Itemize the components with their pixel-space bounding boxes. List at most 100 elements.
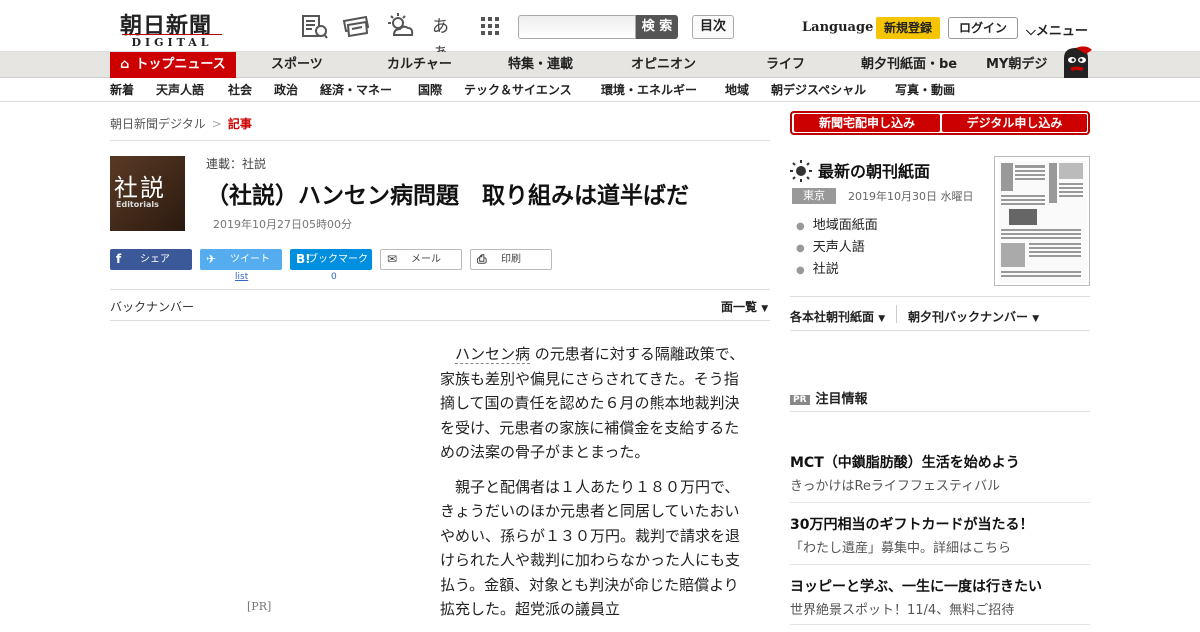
toc-button[interactable]: 目次	[692, 15, 734, 39]
editorial-logo-en: Editorials	[116, 200, 159, 209]
divider	[110, 320, 770, 321]
regional-edition-dropdown[interactable]: 各本社朝刊紙面 ▼	[790, 308, 885, 325]
pr-item-subtitle[interactable]: きっかけはReライフフェスティバル	[790, 475, 1000, 494]
paper-link-tenseijingo[interactable]: ● 天声人語	[796, 236, 865, 255]
nav-item-paper[interactable]: 朝夕刊紙面・be	[861, 52, 957, 78]
twitter-share-button[interactable]: ✈ ツイート	[200, 249, 282, 270]
sub-nav: 新着 天声人語 社会 政治 経済・マネー 国際 テック＆サイエンス 環境・エネル…	[0, 78, 1200, 102]
nav-item-top-news[interactable]: ⌂ トップニュース	[110, 52, 236, 78]
backnumber-dropdown[interactable]: 朝夕刊バックナンバー ▼	[908, 308, 1039, 325]
sun-icon	[790, 159, 812, 186]
paper-link-label: 天声人語	[812, 240, 865, 255]
breadcrumb: 朝日新聞デジタル > 記事	[110, 115, 252, 132]
article-title: （社説）ハンセン病問題 取り組みは道半ばだ	[206, 183, 689, 209]
site-header: 朝日新聞 DIGITAL あぁ 検 索 目次 Language 新規登録 ログイ…	[0, 0, 1200, 62]
breadcrumb-home[interactable]: 朝日新聞デジタル	[110, 117, 206, 131]
glossary-term-link[interactable]: ハンセン病	[455, 345, 531, 364]
mail-icon: ✉	[387, 252, 398, 266]
hatena-count[interactable]: 0	[331, 272, 337, 282]
subnav-item-photo-video[interactable]: 写真・動画	[895, 78, 955, 102]
caret-down-icon: ▼	[1032, 314, 1040, 324]
grid-menu-icon[interactable]	[478, 13, 506, 39]
nav-item-culture[interactable]: カルチャー	[387, 52, 452, 78]
search-input[interactable]	[518, 15, 636, 39]
pr-badge: PR	[790, 394, 810, 405]
language-link[interactable]: Language	[802, 20, 873, 35]
tweet-label: ツイート	[230, 254, 270, 265]
series-label[interactable]: 連載：社説	[206, 155, 266, 172]
newspaper-icon[interactable]	[300, 13, 328, 39]
subnav-item-special[interactable]: 朝デジスペシャル	[771, 78, 866, 102]
nav-item-life[interactable]: ライフ	[766, 52, 805, 78]
digital-subscribe-button[interactable]: デジタル申し込み	[942, 114, 1087, 132]
menu-label: メニュー	[1035, 24, 1088, 39]
article-paragraph: ハンセン病 の元患者に対する隔離政策で、家族も差別や偏見にさらされてきた。そう指…	[440, 342, 750, 465]
subnav-item-environment[interactable]: 環境・エネルギー	[601, 78, 697, 102]
register-button[interactable]: 新規登録	[876, 17, 940, 39]
subnav-item-economy[interactable]: 経済・マネー	[320, 78, 392, 102]
pr-item-subtitle[interactable]: 「わたし遺産」募集中。詳細はこちら	[790, 537, 1011, 556]
paper-link-regional[interactable]: ● 地域面紙面	[796, 214, 878, 233]
divider	[790, 296, 1090, 297]
divider	[790, 624, 1090, 625]
nav-item-opinion[interactable]: オピニオン	[631, 52, 696, 78]
pr-item-title[interactable]: ヨッピーと学ぶ、一生に一度は行きたい	[790, 576, 1042, 596]
divider	[110, 289, 770, 290]
subnav-item-tenseijingo[interactable]: 天声人語	[156, 78, 204, 102]
nav-item-sports[interactable]: スポーツ	[271, 52, 323, 78]
divider	[110, 140, 770, 141]
twitter-count[interactable]: list	[235, 272, 248, 282]
ticket-icon[interactable]	[342, 13, 370, 39]
latest-paper-title: 最新の朝刊紙面	[790, 158, 930, 186]
paper-link-editorial[interactable]: ● 社説	[796, 258, 839, 277]
facebook-share-button[interactable]: f シェア	[110, 249, 192, 270]
login-button[interactable]: ログイン	[948, 17, 1018, 39]
editorial-logo[interactable]: 社説 Editorials	[110, 156, 185, 231]
bullet-icon: ●	[796, 265, 805, 276]
mascot-icon[interactable]	[1058, 44, 1094, 78]
pr-item-title[interactable]: 30万円相当のギフトカードが当たる！	[790, 514, 1033, 534]
menu-button[interactable]: ⌵メニュー	[1026, 20, 1088, 39]
caret-down-icon: ▼	[878, 314, 886, 324]
mail-share-button[interactable]: ✉ メール	[380, 249, 462, 270]
divider	[790, 330, 1090, 331]
pr-header-label: 注目情報	[815, 392, 868, 407]
subnav-item-latest[interactable]: 新着	[110, 78, 134, 102]
dropdown-label: 朝夕刊バックナンバー	[908, 310, 1029, 324]
paper-link-label: 地域面紙面	[812, 218, 878, 233]
nav-item-features[interactable]: 特集・連載	[508, 52, 573, 78]
pr-item-subtitle[interactable]: 世界絶景スポット！11/4、無料ご招待	[790, 599, 1014, 618]
page-list-label: 面一覧	[721, 300, 758, 314]
nav-item-label: トップニュース	[135, 57, 226, 72]
search-button[interactable]: 検 索	[636, 15, 678, 39]
delivery-subscribe-button[interactable]: 新聞宅配申し込み	[794, 114, 940, 132]
ad-label: [PR]	[247, 600, 272, 613]
paper-link-label: 社説	[812, 262, 839, 277]
subnav-item-politics[interactable]: 政治	[274, 78, 298, 102]
paper-date: 2019年10月30日 水曜日	[848, 190, 974, 203]
dropdown-label: 各本社朝刊紙面	[790, 310, 875, 324]
subnav-item-tech[interactable]: テック＆サイエンス	[464, 78, 572, 102]
divider	[790, 411, 1090, 412]
page-list-dropdown[interactable]: 面一覧 ▼	[721, 298, 768, 315]
subnav-item-region[interactable]: 地域	[725, 78, 749, 102]
nav-item-my-asadigi[interactable]: MY朝デジ	[986, 52, 1047, 78]
site-logo[interactable]: 朝日新聞 DIGITAL	[112, 8, 230, 49]
region-badge: 東京	[792, 188, 836, 204]
main-nav: ⌂ トップニュース スポーツ カルチャー 特集・連載 オピニオン ライフ 朝夕刊紙…	[0, 52, 1200, 78]
pr-section-header: PR 注目情報	[790, 388, 868, 407]
breadcrumb-separator: >	[211, 117, 222, 131]
pr-item-title[interactable]: MCT（中鎖脂肪酸）生活を始めよう	[790, 452, 1020, 472]
subnav-item-society[interactable]: 社会	[228, 78, 252, 102]
subnav-item-international[interactable]: 国際	[418, 78, 442, 102]
font-size-toggle[interactable]: あぁ	[432, 12, 462, 62]
weather-icon[interactable]	[386, 13, 414, 39]
print-label: 印刷	[501, 254, 521, 265]
backnumber-link[interactable]: バックナンバー	[110, 298, 194, 315]
article-body: ハンセン病 の元患者に対する隔離政策で、家族も差別や偏見にさらされてきた。そう指…	[440, 342, 750, 632]
mail-label: メール	[411, 254, 441, 265]
hatena-bookmark-button[interactable]: B! ブックマーク	[290, 249, 372, 270]
print-button[interactable]: ⎙ 印刷	[470, 249, 552, 270]
newspaper-thumbnail[interactable]	[994, 156, 1090, 286]
printer-icon: ⎙	[477, 252, 487, 266]
